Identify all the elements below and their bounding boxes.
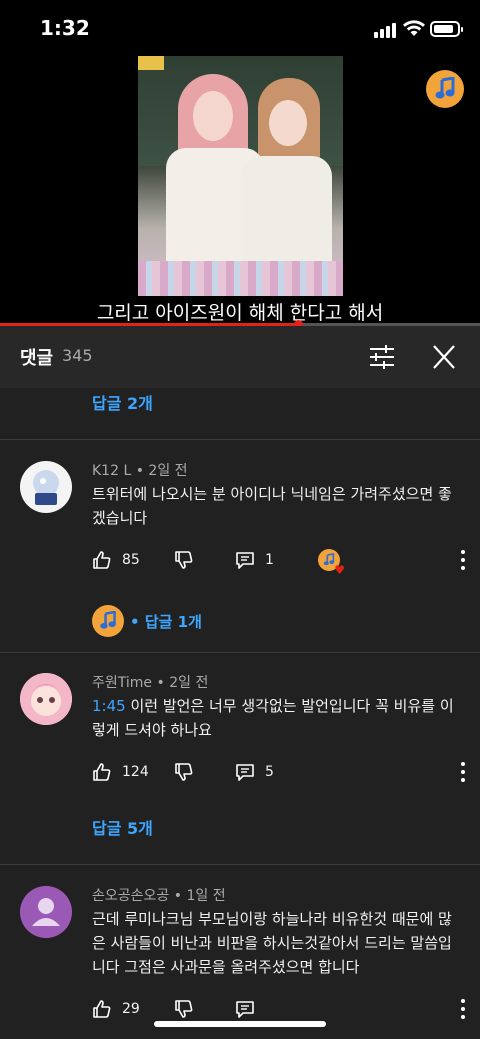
more-vert-icon[interactable] bbox=[458, 761, 468, 783]
reply-icon bbox=[236, 552, 254, 569]
status-bar: 1:32 bbox=[0, 0, 480, 56]
comment-text: 1:45 이런 발언은 너무 생각없는 발언입니다 꼭 비유를 이렇게 드셔야 … bbox=[92, 697, 454, 739]
like-button[interactable]: 124 bbox=[92, 759, 149, 785]
comment-age: 1일 전 bbox=[186, 888, 226, 904]
video-player[interactable]: 그리고 아이즈원이 해체 한다고 해서 bbox=[0, 56, 480, 326]
video-timestamp-link[interactable]: 1:45 bbox=[92, 697, 126, 715]
avatar[interactable] bbox=[20, 886, 72, 938]
reply-icon bbox=[236, 1001, 254, 1018]
channel-avatar-music-icon[interactable] bbox=[426, 70, 464, 108]
like-count: 124 bbox=[122, 764, 149, 780]
avatar[interactable] bbox=[20, 461, 72, 513]
sort-filter-icon[interactable] bbox=[366, 342, 398, 372]
view-replies-link[interactable]: 답글 5개 bbox=[92, 815, 153, 839]
comment-author[interactable]: 손오공손오공 bbox=[92, 888, 169, 904]
comment-actions: 124 5 bbox=[92, 759, 468, 785]
comments-count: 345 bbox=[62, 346, 93, 365]
thumbs-up-icon bbox=[93, 551, 111, 569]
music-note-icon bbox=[100, 611, 116, 629]
comment-actions: 85 1 ♥ bbox=[92, 547, 468, 577]
more-vert-icon[interactable] bbox=[458, 549, 468, 571]
thumbs-down-icon bbox=[175, 551, 193, 569]
dislike-button[interactable] bbox=[174, 547, 194, 573]
reply-icon bbox=[236, 764, 254, 781]
divider bbox=[0, 864, 480, 865]
reply-count: 1 bbox=[265, 552, 274, 568]
like-count: 85 bbox=[122, 552, 140, 568]
music-note-icon bbox=[323, 553, 335, 566]
comment-actions: 29 bbox=[92, 996, 468, 1022]
signal-icon bbox=[374, 22, 400, 38]
dislike-button[interactable] bbox=[174, 996, 194, 1022]
view-replies-link[interactable]: 답글 2개 bbox=[92, 390, 153, 414]
reply-button[interactable]: 5 bbox=[235, 759, 274, 785]
comments-title: 댓글 bbox=[20, 348, 54, 369]
comment-meta: 주원Time • 2일 전 bbox=[92, 675, 209, 691]
comment-author[interactable]: K12 L bbox=[92, 463, 131, 479]
dislike-button[interactable] bbox=[174, 759, 194, 785]
avatar[interactable] bbox=[20, 673, 72, 725]
comments-panel: 댓글 345 답글 2개 K12 L • 2일 전 트위터에 나오시는 분 아이… bbox=[0, 326, 480, 1039]
home-indicator[interactable] bbox=[154, 1021, 326, 1027]
like-count: 29 bbox=[122, 1001, 140, 1017]
view-replies-row[interactable]: • 답글 1개 bbox=[92, 605, 202, 637]
comment-meta: K12 L • 2일 전 bbox=[92, 463, 188, 479]
divider bbox=[0, 652, 480, 653]
view-replies-link[interactable]: 답글 1개 bbox=[145, 613, 202, 631]
comment-text: 트위터에 나오시는 분 아이디나 닉네임은 가려주셨으면 좋겠습니다 bbox=[92, 485, 452, 527]
comment-age: 2일 전 bbox=[148, 463, 188, 479]
close-icon[interactable] bbox=[428, 342, 460, 372]
reply-button[interactable]: 1 bbox=[235, 547, 274, 573]
comment-age: 2일 전 bbox=[169, 675, 209, 691]
reply-count: 5 bbox=[265, 764, 274, 780]
divider bbox=[0, 439, 480, 440]
creator-avatar bbox=[92, 605, 124, 637]
like-button[interactable]: 29 bbox=[92, 996, 140, 1022]
thumbs-down-icon bbox=[175, 1000, 193, 1018]
more-vert-icon[interactable] bbox=[458, 998, 468, 1020]
comment-meta: 손오공손오공 • 1일 전 bbox=[92, 888, 226, 904]
thumbs-up-icon bbox=[93, 763, 111, 781]
status-time: 1:32 bbox=[40, 16, 90, 40]
heart-icon: ♥ bbox=[334, 563, 345, 577]
thumbs-down-icon bbox=[175, 763, 193, 781]
thumbs-up-icon bbox=[93, 1000, 111, 1018]
comments-header: 댓글 345 bbox=[0, 326, 480, 388]
video-frame bbox=[138, 56, 343, 296]
like-button[interactable]: 85 bbox=[92, 547, 140, 573]
wifi-icon bbox=[402, 18, 426, 38]
reply-button[interactable] bbox=[235, 996, 255, 1022]
video-subtitle: 그리고 아이즈원이 해체 한다고 해서 bbox=[96, 302, 384, 324]
creator-heart-badge: ♥ bbox=[316, 547, 345, 577]
comment-author[interactable]: 주원Time bbox=[92, 675, 152, 691]
comment-text: 근데 루미나크님 부모님이랑 하늘나라 비유한것 때문에 많은 사람들이 비난과… bbox=[92, 910, 452, 976]
battery-icon bbox=[430, 21, 463, 37]
